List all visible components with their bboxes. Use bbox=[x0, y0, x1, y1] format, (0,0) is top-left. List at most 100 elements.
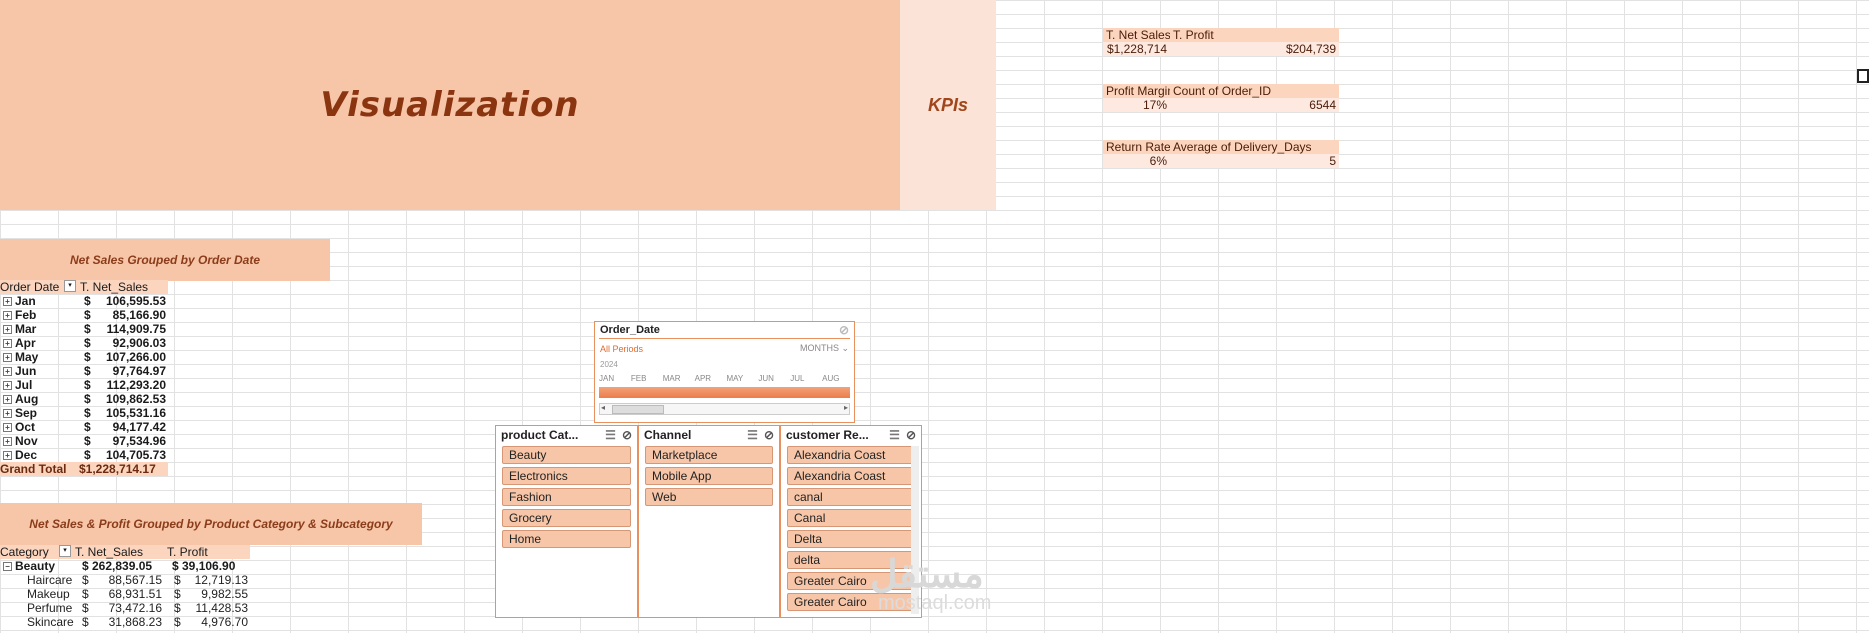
kpi-header: Average of Delivery_Days bbox=[1173, 140, 1312, 154]
slicer-item[interactable]: Alexandria Coast bbox=[787, 446, 915, 464]
filter-dropdown-icon[interactable]: ▾ bbox=[59, 545, 71, 557]
table-row[interactable]: + Jul $112,293.20 bbox=[0, 378, 168, 392]
column-header-net-sales: T. Net_Sales bbox=[75, 545, 144, 559]
grand-total-value: $1,228,714.17 bbox=[79, 462, 156, 476]
multi-select-icon[interactable]: ☰ bbox=[747, 428, 758, 442]
table-row[interactable]: + Nov $97,534.96 bbox=[0, 434, 168, 448]
expand-icon[interactable]: + bbox=[3, 381, 12, 391]
timeline-month-label[interactable]: AUG bbox=[822, 374, 854, 383]
currency-symbol: $ bbox=[82, 573, 89, 587]
expand-icon[interactable]: + bbox=[3, 367, 12, 377]
timeline-order-date[interactable]: Order_Date ⊘ All Periods MONTHS ⌄ 2024 J… bbox=[594, 321, 855, 423]
clear-filter-icon[interactable]: ⊘ bbox=[839, 323, 849, 337]
kpi-block-margin-count[interactable]: Profit Margin Count of Order_ID 17% 6544 bbox=[1103, 84, 1339, 112]
table-row[interactable]: + Jun $97,764.97 bbox=[0, 364, 168, 378]
table-row[interactable]: + Aug $109,862.53 bbox=[0, 392, 168, 406]
timeline-month-label[interactable]: JAN bbox=[599, 374, 631, 383]
currency-symbol: $ bbox=[84, 434, 91, 448]
timeline-month-label[interactable]: MAR bbox=[663, 374, 695, 383]
kpi-header: T. Net Sales bbox=[1106, 28, 1170, 42]
slicer-item[interactable]: Alexandria Coast bbox=[787, 467, 915, 485]
scroll-left-icon[interactable]: ◂ bbox=[601, 403, 605, 412]
expand-icon[interactable]: + bbox=[3, 409, 12, 419]
slicer-item[interactable]: Web bbox=[645, 488, 773, 506]
slicer-item[interactable]: Fashion bbox=[502, 488, 631, 506]
month-label: Oct bbox=[15, 420, 36, 434]
timeline-month-label[interactable]: FEB bbox=[631, 374, 663, 383]
slicer-0[interactable]: product Cat... ☰ ⊘ Beauty Electronics Fashion… bbox=[495, 425, 638, 618]
slicer-item[interactable]: Home bbox=[502, 530, 631, 548]
slicer-item[interactable]: canal bbox=[787, 488, 915, 506]
net-sales-value: 92,906.03 bbox=[112, 336, 166, 350]
expand-icon[interactable]: + bbox=[3, 395, 12, 405]
clear-filter-icon[interactable]: ⊘ bbox=[622, 428, 632, 442]
category-profit: $ 39,106.90 bbox=[172, 559, 236, 573]
slicer-item[interactable]: Electronics bbox=[502, 467, 631, 485]
net-sales-value: 104,705.73 bbox=[105, 448, 166, 462]
kpi-value: 6544 bbox=[1309, 98, 1336, 112]
expand-icon[interactable]: + bbox=[3, 339, 12, 349]
watermark-url: mostaql.com bbox=[878, 592, 992, 614]
month-label: Feb bbox=[15, 308, 37, 322]
pivot-net-sales-by-date[interactable]: Order Date ▾ T. Net_Sales + Jan $106,595.5… bbox=[0, 280, 168, 476]
timeline-month-label[interactable]: APR bbox=[695, 374, 727, 383]
multi-select-icon[interactable]: ☰ bbox=[889, 428, 900, 442]
slicer-item[interactable]: Grocery bbox=[502, 509, 631, 527]
table-row[interactable]: + Mar $114,909.75 bbox=[0, 322, 168, 336]
timeline-level-dropdown[interactable]: MONTHS ⌄ bbox=[800, 343, 849, 354]
table-row[interactable]: Haircare $88,567.15 $12,719.13 bbox=[0, 573, 250, 587]
slicer-item[interactable]: Marketplace bbox=[645, 446, 773, 464]
currency-symbol: $ bbox=[174, 615, 181, 629]
kpi-block-sales-profit[interactable]: T. Net Sales T. Profit $1,228,714 $204,739 bbox=[1103, 28, 1339, 56]
expand-icon[interactable]: + bbox=[3, 423, 12, 433]
multi-select-icon[interactable]: ☰ bbox=[605, 428, 616, 442]
table-row[interactable]: Perfume $73,472.16 $11,428.53 bbox=[0, 601, 250, 615]
expand-icon[interactable]: + bbox=[3, 437, 12, 447]
timeline-year: 2024 bbox=[600, 360, 618, 369]
table-row[interactable]: + Jan $106,595.53 bbox=[0, 294, 168, 308]
expand-icon[interactable]: + bbox=[3, 297, 12, 307]
scroll-thumb[interactable] bbox=[612, 405, 664, 414]
month-label: Jan bbox=[15, 294, 36, 308]
table-row[interactable]: + Sep $105,531.16 bbox=[0, 406, 168, 420]
table-row[interactable]: + Feb $85,166.90 bbox=[0, 308, 168, 322]
clear-filter-icon[interactable]: ⊘ bbox=[906, 428, 916, 442]
selected-cell[interactable] bbox=[1857, 69, 1869, 83]
slicer-item[interactable]: Canal bbox=[787, 509, 915, 527]
slicer-item[interactable]: Delta bbox=[787, 530, 915, 548]
currency-symbol: $ bbox=[84, 406, 91, 420]
clear-filter-icon[interactable]: ⊘ bbox=[764, 428, 774, 442]
filter-dropdown-icon[interactable]: ▾ bbox=[64, 280, 76, 292]
kpi-block-return-delivery[interactable]: Return Rate Average of Delivery_Days 6% 5 bbox=[1103, 140, 1339, 168]
expand-icon[interactable]: + bbox=[3, 451, 12, 461]
timeline-scrollbar[interactable]: ◂ ▸ bbox=[599, 403, 850, 415]
expand-icon[interactable]: + bbox=[3, 325, 12, 335]
net-sales-value: 109,862.53 bbox=[105, 392, 166, 406]
currency-symbol: $ bbox=[84, 350, 91, 364]
table-row[interactable]: + May $107,266.00 bbox=[0, 350, 168, 364]
pivot-category[interactable]: Category ▾ T. Net_Sales T. Profit − Beaut… bbox=[0, 545, 250, 629]
table-row[interactable]: + Oct $94,177.42 bbox=[0, 420, 168, 434]
month-label: Aug bbox=[15, 392, 39, 406]
slicer-1[interactable]: Channel ☰ ⊘ Marketplace Mobile App Web bbox=[638, 425, 780, 618]
month-label: Dec bbox=[15, 448, 38, 462]
scroll-right-icon[interactable]: ▸ bbox=[844, 403, 848, 412]
slicer-item[interactable]: Beauty bbox=[502, 446, 631, 464]
timeline-month-label[interactable]: JUL bbox=[790, 374, 822, 383]
expand-icon[interactable]: + bbox=[3, 353, 12, 363]
subcategory-name: Makeup bbox=[27, 587, 70, 601]
net-sales-value: 94,177.42 bbox=[112, 420, 166, 434]
slicer-item[interactable]: Mobile App bbox=[645, 467, 773, 485]
timeline-month-label[interactable]: JUN bbox=[758, 374, 790, 383]
slicer-title: Channel bbox=[644, 428, 692, 442]
table-row[interactable]: Skincare $31,868.23 $4,976.70 bbox=[0, 615, 250, 629]
collapse-icon[interactable]: − bbox=[3, 562, 12, 572]
table-row[interactable]: + Dec $104,705.73 bbox=[0, 448, 168, 462]
table-row[interactable]: + Apr $92,906.03 bbox=[0, 336, 168, 350]
expand-icon[interactable]: + bbox=[3, 311, 12, 321]
table-row[interactable]: Makeup $68,931.51 $9,982.55 bbox=[0, 587, 250, 601]
currency-symbol: $ bbox=[84, 308, 91, 322]
timeline-month-label[interactable]: MAY bbox=[727, 374, 759, 383]
subcategory-name: Skincare bbox=[27, 615, 74, 629]
timeline-selection-bar[interactable] bbox=[599, 387, 850, 398]
